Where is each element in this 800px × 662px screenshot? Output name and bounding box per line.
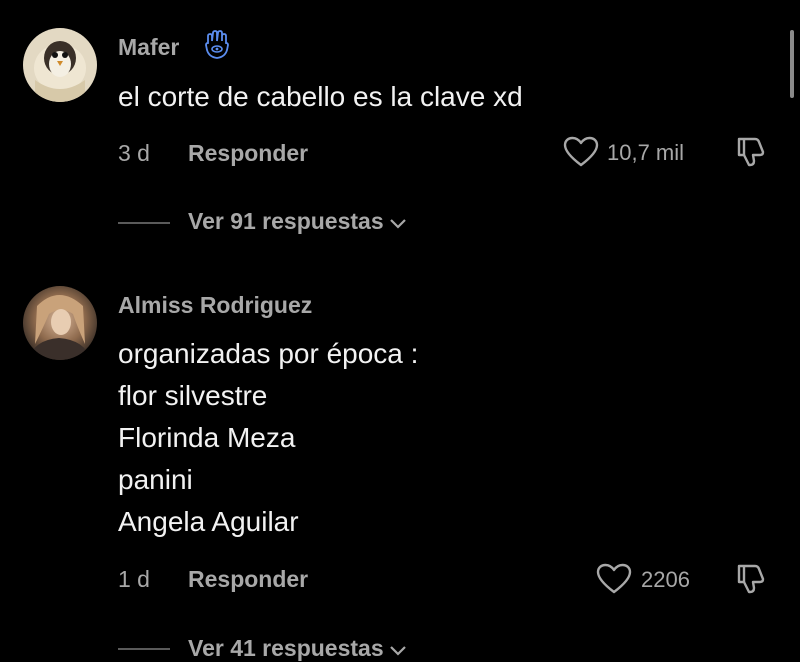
chevron-down-icon: [389, 646, 406, 656]
comment-username[interactable]: Almiss Rodriguez: [118, 292, 312, 319]
thumbs-down-icon[interactable]: [733, 561, 767, 595]
like-count: 10,7 mil: [607, 140, 685, 165]
comment-text-line: Florinda Meza: [118, 422, 296, 453]
hamsa-hand-icon: [203, 30, 231, 65]
view-replies-label: Ver 41 respuestas: [188, 635, 384, 661]
heart-icon[interactable]: [563, 136, 599, 168]
comment-text-line: flor silvestre: [118, 380, 268, 411]
reply-button[interactable]: Responder: [188, 566, 308, 593]
view-replies-label: Ver 91 respuestas: [188, 208, 384, 234]
divider: [118, 222, 170, 224]
comment-timestamp: 1 d: [118, 566, 150, 592]
avatar[interactable]: [23, 286, 97, 360]
like-count: 2206: [641, 567, 690, 592]
divider: [118, 648, 170, 650]
comment-username[interactable]: Mafer: [118, 34, 179, 61]
thumbs-down-icon[interactable]: [733, 134, 767, 168]
comment-text-line: organizadas por época :: [118, 338, 419, 369]
chevron-down-icon: [389, 219, 406, 229]
penguin-avatar-icon: [23, 28, 97, 102]
photo-avatar-icon: [23, 286, 97, 360]
view-replies-button[interactable]: Ver 91 respuestas: [188, 208, 408, 235]
avatar[interactable]: [23, 28, 97, 102]
view-replies-button[interactable]: Ver 41 respuestas: [188, 635, 408, 662]
heart-icon[interactable]: [596, 563, 632, 595]
comment-text-line: panini: [118, 464, 193, 495]
comment-timestamp: 3 d: [118, 140, 150, 166]
comment-text-line: Angela Aguilar: [118, 506, 299, 537]
comment-text-line: el corte de cabello es la clave xd: [118, 81, 523, 112]
reply-button[interactable]: Responder: [188, 140, 308, 167]
scrollbar[interactable]: [790, 30, 794, 98]
